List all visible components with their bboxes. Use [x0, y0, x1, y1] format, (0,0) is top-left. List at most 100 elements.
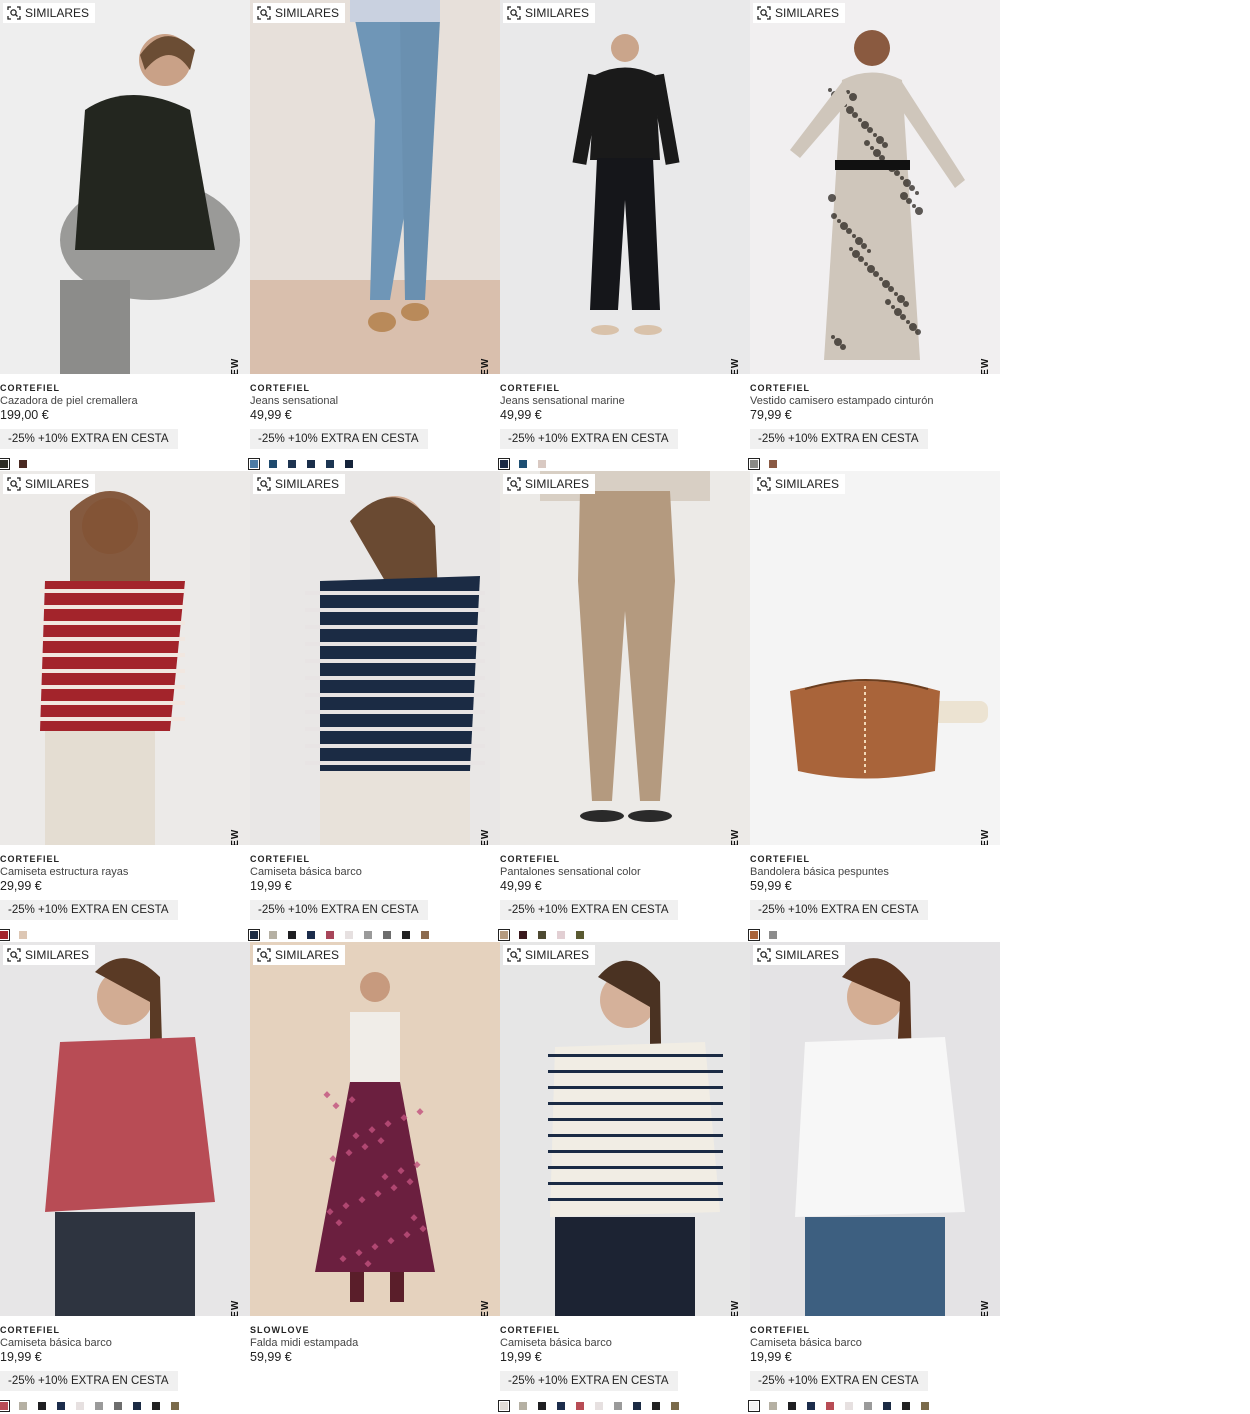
color-swatch[interactable] — [883, 1402, 891, 1410]
color-swatch[interactable] — [576, 931, 584, 939]
color-swatch[interactable] — [519, 931, 527, 939]
color-swatch[interactable] — [0, 929, 10, 941]
color-swatch[interactable] — [19, 931, 27, 939]
color-swatch[interactable] — [921, 1402, 929, 1410]
color-swatch[interactable] — [345, 931, 353, 939]
color-swatch[interactable] — [421, 931, 429, 939]
product-image[interactable]: SIMILARES NEW — [500, 0, 750, 374]
product-name[interactable]: Vestido camisero estampado cinturón — [750, 395, 933, 407]
color-swatch[interactable] — [152, 1402, 160, 1410]
similares-button[interactable]: SIMILARES — [3, 474, 96, 494]
product-card[interactable]: SIMILARES NEW CORTEFIEL Camiseta básica … — [498, 942, 750, 1413]
color-swatch[interactable] — [38, 1402, 46, 1410]
product-name[interactable]: Camiseta básica barco — [750, 1337, 862, 1349]
similares-button[interactable]: SIMILARES — [753, 3, 846, 23]
color-swatch[interactable] — [383, 931, 391, 939]
color-swatch[interactable] — [498, 458, 510, 470]
product-card[interactable]: SIMILARES NEW CORTEFIEL Camiseta básica … — [0, 942, 250, 1413]
color-swatch[interactable] — [57, 1402, 65, 1410]
color-swatch[interactable] — [248, 929, 260, 941]
product-name[interactable]: Bandolera básica pespuntes — [750, 866, 889, 878]
color-swatch[interactable] — [519, 1402, 527, 1410]
product-card[interactable]: SIMILARES NEW SLOWLOVE Falda midi estamp… — [250, 942, 500, 1413]
product-card[interactable]: SIMILARES NEW CORTEFIEL Vestido camisero… — [748, 0, 1000, 471]
similares-button[interactable]: SIMILARES — [253, 474, 346, 494]
color-swatch[interactable] — [0, 458, 10, 470]
color-swatch[interactable] — [557, 1402, 565, 1410]
product-name[interactable]: Jeans sensational marine — [500, 395, 625, 407]
product-card[interactable]: SIMILARES NEW CORTEFIEL Jeans sensationa… — [248, 0, 500, 471]
similares-button[interactable]: SIMILARES — [253, 945, 346, 965]
product-name[interactable]: Pantalones sensational color — [500, 866, 641, 878]
product-name[interactable]: Falda midi estampada — [250, 1337, 358, 1349]
color-swatch[interactable] — [557, 931, 565, 939]
color-swatch[interactable] — [114, 1402, 122, 1410]
product-image[interactable]: SIMILARES NEW — [750, 942, 1000, 1316]
color-swatch[interactable] — [95, 1402, 103, 1410]
product-image[interactable]: SIMILARES NEW — [250, 471, 500, 845]
color-swatch[interactable] — [748, 458, 760, 470]
color-swatch[interactable] — [576, 1402, 584, 1410]
similares-button[interactable]: SIMILARES — [503, 474, 596, 494]
product-name[interactable]: Camiseta básica barco — [500, 1337, 612, 1349]
product-card[interactable]: SIMILARES NEW CORTEFIEL Jeans sensationa… — [498, 0, 750, 471]
product-card[interactable]: SIMILARES NEW CORTEFIEL Camiseta estruct… — [0, 471, 250, 942]
product-card[interactable]: SIMILARES NEW CORTEFIEL Cazadora de piel… — [0, 0, 250, 471]
product-card[interactable]: SIMILARES NEW CORTEFIEL Camiseta básica … — [748, 942, 1000, 1413]
color-swatch[interactable] — [538, 1402, 546, 1410]
color-swatch[interactable] — [748, 1400, 760, 1412]
similares-button[interactable]: SIMILARES — [3, 945, 96, 965]
color-swatch[interactable] — [788, 1402, 796, 1410]
color-swatch[interactable] — [748, 929, 760, 941]
color-swatch[interactable] — [826, 1402, 834, 1410]
color-swatch[interactable] — [133, 1402, 141, 1410]
color-swatch[interactable] — [498, 1400, 510, 1412]
color-swatch[interactable] — [364, 931, 372, 939]
color-swatch[interactable] — [269, 931, 277, 939]
product-name[interactable]: Cazadora de piel cremallera — [0, 395, 138, 407]
product-image[interactable]: SIMILARES NEW — [500, 471, 750, 845]
product-image[interactable]: SIMILARES NEW — [0, 942, 250, 1316]
product-image[interactable]: SIMILARES NEW — [250, 942, 500, 1316]
color-swatch[interactable] — [595, 1402, 603, 1410]
color-swatch[interactable] — [326, 931, 334, 939]
product-name[interactable]: Camiseta básica barco — [0, 1337, 112, 1349]
product-card[interactable]: SIMILARES NEW CORTEFIEL Camiseta básica … — [248, 471, 500, 942]
similares-button[interactable]: SIMILARES — [3, 3, 96, 23]
similares-button[interactable]: SIMILARES — [253, 3, 346, 23]
similares-button[interactable]: SIMILARES — [753, 945, 846, 965]
color-swatch[interactable] — [538, 460, 546, 468]
color-swatch[interactable] — [288, 460, 296, 468]
color-swatch[interactable] — [671, 1402, 679, 1410]
similares-button[interactable]: SIMILARES — [753, 474, 846, 494]
color-swatch[interactable] — [769, 460, 777, 468]
color-swatch[interactable] — [538, 931, 546, 939]
product-image[interactable]: SIMILARES NEW — [0, 471, 250, 845]
color-swatch[interactable] — [326, 460, 334, 468]
color-swatch[interactable] — [0, 1400, 10, 1412]
color-swatch[interactable] — [402, 931, 410, 939]
product-image[interactable]: SIMILARES NEW — [500, 942, 750, 1316]
color-swatch[interactable] — [769, 1402, 777, 1410]
product-image[interactable]: SIMILARES NEW — [0, 0, 250, 374]
color-swatch[interactable] — [519, 460, 527, 468]
color-swatch[interactable] — [307, 931, 315, 939]
product-name[interactable]: Jeans sensational — [250, 395, 338, 407]
product-image[interactable]: SIMILARES NEW — [750, 471, 1000, 845]
color-swatch[interactable] — [19, 1402, 27, 1410]
similares-button[interactable]: SIMILARES — [503, 3, 596, 23]
color-swatch[interactable] — [614, 1402, 622, 1410]
color-swatch[interactable] — [864, 1402, 872, 1410]
color-swatch[interactable] — [807, 1402, 815, 1410]
similares-button[interactable]: SIMILARES — [503, 945, 596, 965]
color-swatch[interactable] — [269, 460, 277, 468]
color-swatch[interactable] — [652, 1402, 660, 1410]
color-swatch[interactable] — [76, 1402, 84, 1410]
color-swatch[interactable] — [633, 1402, 641, 1410]
color-swatch[interactable] — [902, 1402, 910, 1410]
color-swatch[interactable] — [307, 460, 315, 468]
color-swatch[interactable] — [345, 460, 353, 468]
product-name[interactable]: Camiseta básica barco — [250, 866, 362, 878]
color-swatch[interactable] — [288, 931, 296, 939]
product-card[interactable]: SIMILARES NEW CORTEFIEL Pantalones sensa… — [498, 471, 750, 942]
